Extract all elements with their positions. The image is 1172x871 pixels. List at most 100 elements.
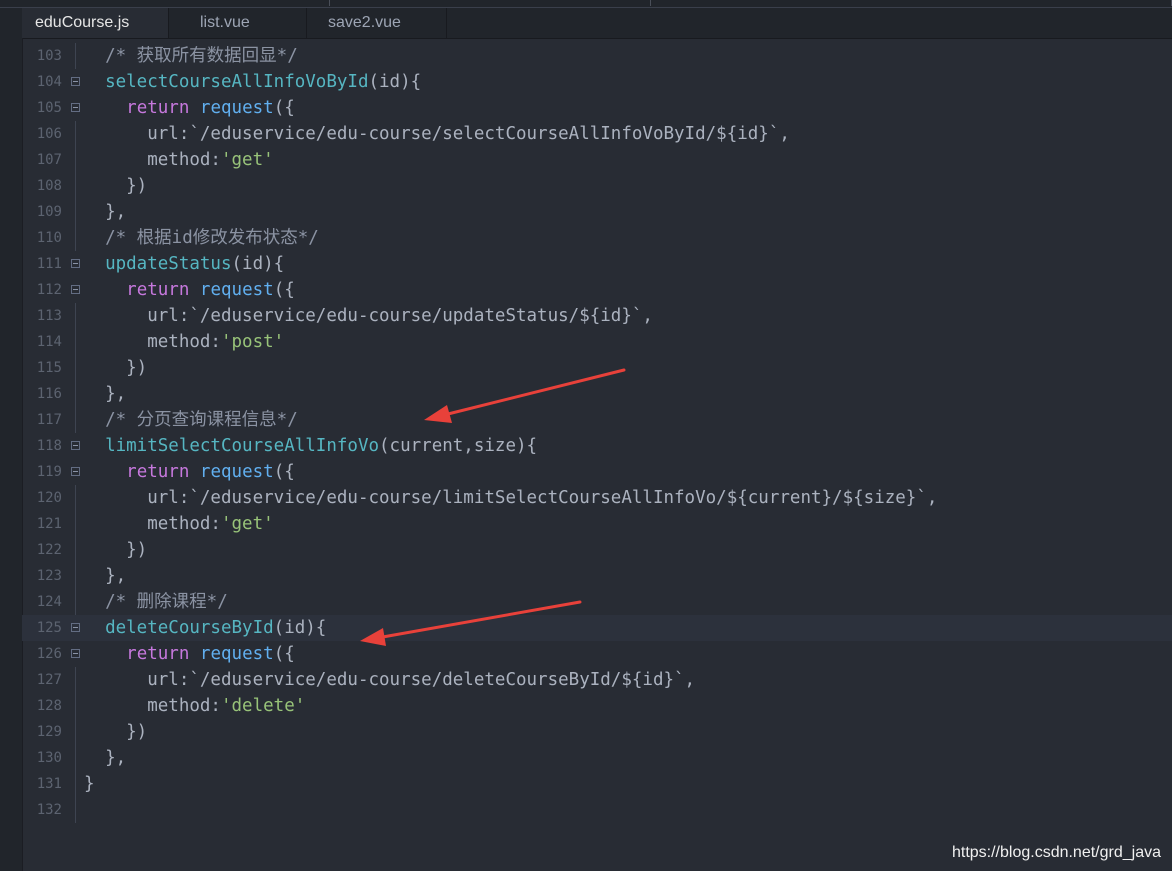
fold-toggle-icon[interactable]	[71, 285, 80, 294]
code-text: method:'get'	[84, 147, 273, 173]
code-line-128[interactable]: 128 method:'delete'	[22, 693, 1172, 719]
fold-toggle-icon[interactable]	[71, 77, 80, 86]
line-number[interactable]: 131	[22, 771, 62, 797]
code-line-118[interactable]: 118 limitSelectCourseAllInfoVo(current,s…	[22, 433, 1172, 459]
line-number[interactable]: 112	[22, 277, 62, 303]
line-number[interactable]: 118	[22, 433, 62, 459]
line-number[interactable]: 116	[22, 381, 62, 407]
line-number[interactable]: 110	[22, 225, 62, 251]
code-line-103[interactable]: 103 /* 获取所有数据回显*/	[22, 43, 1172, 69]
code-line-125[interactable]: 125 deleteCourseById(id){	[22, 615, 1172, 641]
fold-guide	[75, 121, 76, 147]
code-line-115[interactable]: 115 })	[22, 355, 1172, 381]
code-editor[interactable]: 103 /* 获取所有数据回显*/104 selectCourseAllInfo…	[22, 38, 1172, 871]
line-number[interactable]: 123	[22, 563, 62, 589]
line-number[interactable]: 107	[22, 147, 62, 173]
code-line-130[interactable]: 130 },	[22, 745, 1172, 771]
token-fn: deleteCourseById	[105, 618, 274, 638]
line-number[interactable]: 115	[22, 355, 62, 381]
line-number[interactable]: 114	[22, 329, 62, 355]
line-number[interactable]: 103	[22, 43, 62, 69]
fold-toggle-icon[interactable]	[71, 103, 80, 112]
line-number[interactable]: 109	[22, 199, 62, 225]
code-text: },	[84, 745, 126, 771]
code-line-106[interactable]: 106 url:`/eduservice/edu-course/selectCo…	[22, 121, 1172, 147]
fold-toggle-icon[interactable]	[71, 441, 80, 450]
line-number[interactable]: 126	[22, 641, 62, 667]
line-number[interactable]: 129	[22, 719, 62, 745]
editor-tab-bar: eduCourse.js list.vue save2.vue	[0, 8, 1172, 39]
token-kw: return	[126, 98, 190, 118]
fold-guide	[75, 407, 76, 433]
line-number[interactable]: 111	[22, 251, 62, 277]
code-text: return request({	[84, 277, 295, 303]
code-line-123[interactable]: 123 },	[22, 563, 1172, 589]
line-number[interactable]: 127	[22, 667, 62, 693]
line-number[interactable]: 117	[22, 407, 62, 433]
line-number[interactable]: 119	[22, 459, 62, 485]
line-number[interactable]: 113	[22, 303, 62, 329]
token-plain: (current,size){	[379, 436, 538, 456]
tab-save2-vue[interactable]: save2.vue	[307, 8, 447, 38]
code-line-131[interactable]: 131}	[22, 771, 1172, 797]
line-number[interactable]: 108	[22, 173, 62, 199]
code-line-119[interactable]: 119 return request({	[22, 459, 1172, 485]
token-plain: },	[105, 202, 127, 222]
code-line-114[interactable]: 114 method:'post'	[22, 329, 1172, 355]
line-number[interactable]: 120	[22, 485, 62, 511]
token-plain: method:	[105, 150, 221, 170]
token-plain: method:	[105, 696, 221, 716]
fold-guide	[75, 381, 76, 407]
fold-guide	[75, 485, 76, 511]
line-number[interactable]: 128	[22, 693, 62, 719]
code-line-107[interactable]: 107 method:'get'	[22, 147, 1172, 173]
fold-guide	[75, 745, 76, 771]
token-kw: return	[126, 462, 190, 482]
code-line-117[interactable]: 117 /* 分页查询课程信息*/	[22, 407, 1172, 433]
token-str: 'delete'	[220, 696, 306, 716]
line-number[interactable]: 122	[22, 537, 62, 563]
fold-toggle-icon[interactable]	[71, 623, 80, 632]
tab-educourse-js[interactable]: eduCourse.js	[22, 8, 169, 38]
line-number[interactable]: 106	[22, 121, 62, 147]
code-line-122[interactable]: 122 })	[22, 537, 1172, 563]
line-number[interactable]: 121	[22, 511, 62, 537]
line-number[interactable]: 124	[22, 589, 62, 615]
fold-toggle-icon[interactable]	[71, 259, 80, 268]
code-line-127[interactable]: 127 url:`/eduservice/edu-course/deleteCo…	[22, 667, 1172, 693]
line-number[interactable]: 130	[22, 745, 62, 771]
line-number[interactable]: 104	[22, 69, 62, 95]
code-line-120[interactable]: 120 url:`/eduservice/edu-course/limitSel…	[22, 485, 1172, 511]
tab-list-vue[interactable]: list.vue	[169, 8, 307, 38]
code-line-121[interactable]: 121 method:'get'	[22, 511, 1172, 537]
code-line-111[interactable]: 111 updateStatus(id){	[22, 251, 1172, 277]
fold-guide	[75, 511, 76, 537]
fold-toggle-icon[interactable]	[71, 467, 80, 476]
code-text: url:`/eduservice/edu-course/updateStatus…	[84, 303, 653, 329]
code-text: method:'get'	[84, 511, 273, 537]
code-line-113[interactable]: 113 url:`/eduservice/edu-course/updateSt…	[22, 303, 1172, 329]
code-line-105[interactable]: 105 return request({	[22, 95, 1172, 121]
code-line-124[interactable]: 124 /* 删除课程*/	[22, 589, 1172, 615]
code-line-104[interactable]: 104 selectCourseAllInfoVoById(id){	[22, 69, 1172, 95]
token-plain: })	[105, 176, 148, 196]
line-number[interactable]: 132	[22, 797, 62, 823]
code-line-110[interactable]: 110 /* 根据id修改发布状态*/	[22, 225, 1172, 251]
code-line-108[interactable]: 108 })	[22, 173, 1172, 199]
code-line-126[interactable]: 126 return request({	[22, 641, 1172, 667]
code-line-129[interactable]: 129 })	[22, 719, 1172, 745]
code-line-116[interactable]: 116 },	[22, 381, 1172, 407]
code-line-112[interactable]: 112 return request({	[22, 277, 1172, 303]
code-line-109[interactable]: 109 },	[22, 199, 1172, 225]
code-line-132[interactable]: 132	[22, 797, 1172, 823]
fold-toggle-icon[interactable]	[71, 649, 80, 658]
line-number[interactable]: 125	[22, 615, 62, 641]
left-side-strip	[0, 38, 23, 871]
line-number[interactable]: 105	[22, 95, 62, 121]
